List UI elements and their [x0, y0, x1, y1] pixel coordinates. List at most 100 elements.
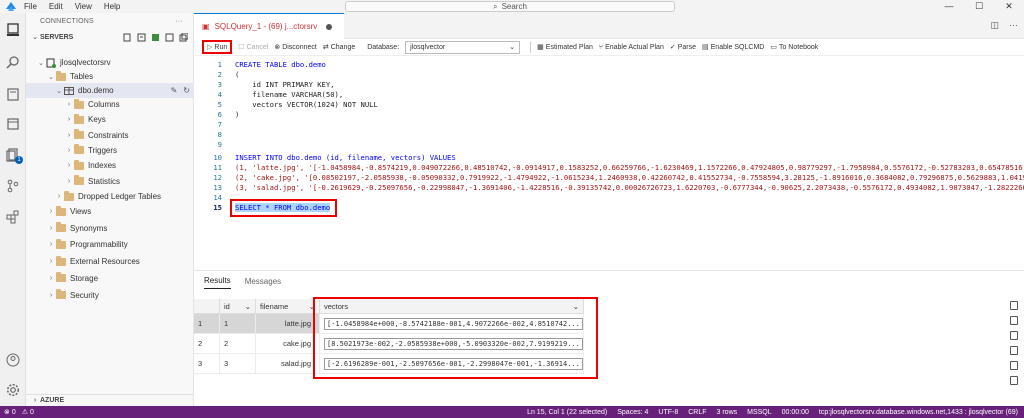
tree-folder-item[interactable]: › Columns — [26, 97, 194, 112]
menu-help[interactable]: Help — [98, 2, 126, 11]
connection-info[interactable]: tcp:jlosqlvectorsrv.database.windows.net… — [819, 409, 1018, 416]
column-header-filename[interactable]: filename ⌄ — [256, 299, 320, 314]
tab-messages[interactable]: Messages — [245, 277, 281, 289]
menu-edit[interactable]: Edit — [43, 2, 69, 11]
active-connections-icon[interactable] — [165, 33, 174, 42]
edit-pencil-icon[interactable]: ✎ — [171, 86, 178, 95]
sqlcmd-button[interactable]: ▤ Enable SQLCMD — [702, 43, 764, 52]
split-editor-icon[interactable]: ◫ — [990, 20, 999, 31]
servers-section-header[interactable]: ⌄ SERVERS — [26, 30, 193, 44]
collapse-all-icon[interactable] — [179, 32, 189, 42]
copy-icon[interactable] — [1010, 361, 1018, 370]
menu-view[interactable]: View — [69, 2, 98, 11]
chevron-right-icon: › — [33, 397, 37, 404]
filename-cell[interactable]: latte.jpg — [256, 314, 320, 334]
tab-results[interactable]: Results — [204, 276, 231, 289]
menu-file[interactable]: File — [18, 2, 43, 11]
extensions-icon[interactable] — [4, 208, 22, 226]
tables-folder[interactable]: ⌄ Tables — [26, 69, 194, 84]
explorer-icon[interactable]: 1 — [4, 146, 23, 164]
database-group-folder[interactable]: › External Resources — [26, 254, 194, 269]
tree-folder-item[interactable]: › Statistics — [26, 174, 194, 189]
row-number-header — [194, 299, 220, 314]
search-icon[interactable] — [4, 53, 22, 71]
parse-button[interactable]: ✓ Parse — [670, 43, 696, 52]
cancel-button[interactable]: ☐ Cancel — [238, 43, 268, 52]
sqlcmd-icon: ▤ — [702, 44, 709, 51]
azure-section-header[interactable]: › AZURE — [26, 394, 194, 406]
run-button[interactable]: ▷ Run — [202, 40, 233, 54]
database-icon[interactable] — [4, 115, 22, 133]
change-icon: ⇄ — [322, 44, 329, 51]
chart-icon[interactable] — [1010, 376, 1018, 385]
cursor-position[interactable]: Ln 15, Col 1 (22 selected) — [527, 409, 607, 416]
sql-code-editor[interactable]: 1 CREATE TABLE dbo.demo 2( 3 id INT PRIMA… — [194, 57, 1024, 272]
maximize-icon[interactable]: ☐ — [964, 0, 994, 13]
code-line: 7 — [217, 120, 222, 129]
tree-folder-item[interactable]: › Constraints — [26, 128, 194, 143]
query-tab[interactable]: ▣ SQLQuery_1 - (69) j...ctorsrv — [194, 13, 344, 39]
to-notebook-button[interactable]: ▭ To Notebook — [770, 43, 819, 52]
id-cell[interactable]: 2 — [220, 334, 256, 354]
encoding[interactable]: UTF-8 — [658, 409, 678, 416]
chevron-down-icon: ⌄ — [56, 87, 62, 95]
new-connection-icon[interactable] — [123, 33, 132, 42]
database-group-folder[interactable]: › Views — [26, 204, 194, 219]
database-group-folder[interactable]: › Security — [26, 288, 194, 303]
query-time: 00:00:00 — [781, 408, 809, 416]
language-mode[interactable]: MSSQL — [747, 409, 772, 416]
database-group-folder[interactable]: › Programmability — [26, 237, 194, 252]
table-node-demo[interactable]: ⌄ dbo.demo ✎ ↻ — [26, 83, 194, 98]
tree-folder-item[interactable]: › Indexes — [26, 158, 194, 173]
errors-status[interactable]: ⊗ 0 — [4, 408, 16, 416]
database-group-folder[interactable]: › Synonyms — [26, 221, 194, 236]
refresh-icon[interactable]: ↻ — [183, 86, 190, 95]
highlight-vectors-box — [313, 297, 598, 379]
line-ending[interactable]: CRLF — [688, 409, 706, 416]
close-icon[interactable]: ✕ — [994, 0, 1024, 13]
command-search-box[interactable]: ⌕ Search — [345, 1, 675, 12]
tree-folder-item[interactable]: › Keys — [26, 112, 194, 127]
new-server-group-icon[interactable] — [151, 33, 160, 42]
unsaved-dot-icon[interactable] — [326, 23, 333, 30]
code-line: 1 CREATE TABLE dbo.demo — [217, 60, 326, 69]
notebooks-icon[interactable] — [4, 85, 22, 103]
row-number-cell[interactable]: 1 — [194, 314, 220, 334]
row-number-cell[interactable]: 3 — [194, 354, 220, 374]
disconnect-button[interactable]: ⊗ Disconnect — [274, 43, 317, 52]
filename-cell[interactable]: salad.jpg — [256, 354, 320, 374]
actual-plan-label: Enable Actual Plan — [605, 43, 664, 51]
id-cell[interactable]: 3 — [220, 354, 256, 374]
actual-plan-button[interactable]: ⑂ Enable Actual Plan — [599, 44, 664, 51]
estimated-plan-button[interactable]: ▦ Estimated Plan — [537, 43, 593, 52]
more-actions-icon[interactable]: ··· — [1009, 20, 1018, 31]
server-node[interactable]: ⌄ jlosqlvectorsrv — [26, 55, 194, 70]
save-csv-icon[interactable] — [1010, 301, 1018, 310]
source-control-icon[interactable] — [4, 177, 22, 195]
new-query-icon[interactable] — [137, 33, 146, 42]
notebook-label: To Notebook — [778, 43, 819, 51]
settings-gear-icon[interactable] — [4, 381, 22, 399]
database-group-folder[interactable]: › Storage — [26, 271, 194, 286]
save-xml-icon[interactable] — [1010, 346, 1018, 355]
plan-icon: ▦ — [537, 44, 544, 51]
more-actions-icon[interactable]: ··· — [175, 18, 183, 25]
minimize-icon[interactable]: — — [934, 0, 964, 13]
account-icon[interactable] — [4, 351, 22, 369]
id-cell[interactable]: 1 — [220, 314, 256, 334]
toolbar-divider — [530, 41, 532, 53]
connections-icon[interactable] — [4, 21, 22, 39]
tree-folder-item[interactable]: › Triggers — [26, 143, 194, 158]
row-number-cell[interactable]: 2 — [194, 334, 220, 354]
column-header-id[interactable]: id ⌄ — [220, 299, 256, 314]
database-select[interactable]: jlosqlvector ⌄ — [405, 40, 521, 54]
dropped-ledger-tables-folder[interactable]: › Dropped Ledger Tables — [26, 189, 194, 204]
indentation[interactable]: Spaces: 4 — [617, 409, 648, 416]
folder-icon — [56, 238, 66, 249]
save-json-icon[interactable] — [1010, 331, 1018, 340]
warnings-status[interactable]: ⚠ 0 — [22, 408, 34, 416]
filename-cell[interactable]: cake.jpg — [256, 334, 320, 354]
save-excel-icon[interactable] — [1010, 316, 1018, 325]
chevron-right-icon: › — [67, 162, 71, 170]
change-connection-button[interactable]: ⇄ Change — [322, 43, 355, 52]
